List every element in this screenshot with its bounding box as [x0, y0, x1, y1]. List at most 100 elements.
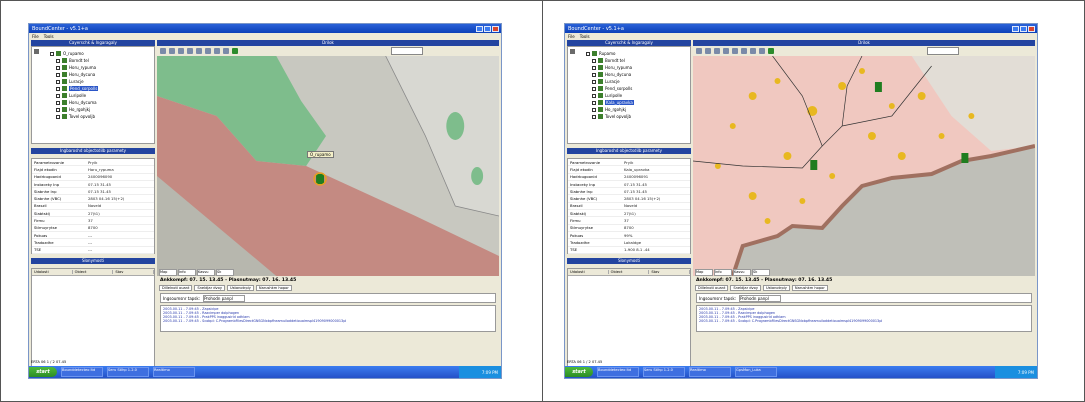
bottom-tab[interactable]: Dillelnoti ouant: [695, 285, 729, 291]
taskbar-item[interactable]: Realtimo: [689, 367, 731, 377]
layer-tool-icon[interactable]: [570, 49, 575, 54]
layer-checkbox[interactable]: [50, 51, 54, 56]
layer-checkbox[interactable]: [592, 72, 596, 77]
map-view[interactable]: Map Info Kasvu Sk: [693, 56, 1035, 276]
layer-item[interactable]: Borndt tel: [50, 57, 98, 64]
vehicle-marker[interactable]: [961, 153, 969, 163]
layer-item[interactable]: Tovel opvoljb: [50, 113, 98, 120]
layer-checkbox[interactable]: [592, 79, 596, 84]
layer-item[interactable]: Horu_dycuma: [50, 99, 98, 106]
map-tab[interactable]: Kasvu: [197, 269, 215, 276]
layer-checkbox[interactable]: [56, 65, 60, 70]
vehicle-marker[interactable]: [874, 82, 882, 92]
layer-checkbox[interactable]: [586, 51, 590, 56]
bottom-tab[interactable]: Ustanotrpiy: [762, 285, 790, 291]
measure-icon[interactable]: [741, 48, 747, 54]
zoom-in-icon[interactable]: [169, 48, 175, 54]
start-button[interactable]: start: [29, 367, 57, 377]
zoom-box-icon[interactable]: [187, 48, 193, 54]
close-icon[interactable]: [492, 25, 499, 32]
layer-item[interactable]: Tovel opvoljb: [586, 113, 634, 120]
bottom-tab[interactable]: Dillelnoti ouant: [159, 285, 193, 291]
layer-checkbox[interactable]: [56, 79, 60, 84]
col-object[interactable]: Obiect: [609, 270, 650, 274]
bottom-tab[interactable]: Sneldjar dvoy: [730, 285, 761, 291]
vehicle-marker[interactable]: [810, 160, 818, 170]
zoom-out-icon[interactable]: [714, 48, 720, 54]
layer-item[interactable]: Horu_rypuma: [586, 64, 634, 71]
menu-tools[interactable]: Tools: [44, 34, 54, 39]
filter-select[interactable]: Prohodn panpl: [203, 294, 246, 302]
layer-tool-icon[interactable]: [34, 49, 39, 54]
layer-item[interactable]: Kala_upravka: [586, 99, 634, 106]
pan-icon[interactable]: [160, 48, 166, 54]
map-tab[interactable]: Sk: [216, 269, 234, 276]
layer-item[interactable]: Rupamo: [586, 50, 634, 57]
layer-checkbox[interactable]: [56, 93, 60, 98]
map-tab[interactable]: Sk: [752, 269, 770, 276]
map-tab[interactable]: Map: [159, 269, 177, 276]
flag-icon[interactable]: [214, 48, 220, 54]
col-state[interactable]: Stav: [113, 270, 155, 274]
taskbar-item[interactable]: Seru Stlhp 1.2.0: [643, 367, 685, 377]
zoom-box-icon[interactable]: [723, 48, 729, 54]
layer-item[interactable]: Horu_dycuna: [586, 71, 634, 78]
col-state[interactable]: Stav: [649, 270, 691, 274]
menu-file[interactable]: File: [32, 34, 39, 39]
layer-checkbox[interactable]: [592, 114, 596, 119]
layer-item[interactable]: Luracje: [586, 78, 634, 85]
layer-item[interactable]: Luripolle: [50, 92, 98, 99]
layer-checkbox[interactable]: [56, 72, 60, 77]
col-events[interactable]: Udalosti: [32, 270, 73, 274]
map-layer-dropdown[interactable]: [391, 47, 423, 55]
taskbar-item[interactable]: Realtimo: [153, 367, 195, 377]
layer-item[interactable]: Horu_dycuna: [50, 71, 98, 78]
map-tab[interactable]: Info: [714, 269, 732, 276]
refresh-icon[interactable]: [732, 48, 738, 54]
map-view[interactable]: O_rupamo Map Info Kasvu Sk: [157, 56, 499, 276]
map-tab[interactable]: Info: [178, 269, 196, 276]
col-events[interactable]: Udalosti: [568, 270, 609, 274]
layer-checkbox[interactable]: [592, 107, 596, 112]
taskbar-item[interactable]: Bounddetecteo ltd: [61, 367, 103, 377]
refresh-icon[interactable]: [196, 48, 202, 54]
layer-item[interactable]: O_rupamo: [50, 50, 98, 57]
map-canvas[interactable]: [157, 56, 499, 276]
layer-checkbox[interactable]: [56, 86, 60, 91]
layer-item[interactable]: Pend_sorpolls: [586, 85, 634, 92]
map-tab[interactable]: Kasvu: [733, 269, 751, 276]
layer-checkbox[interactable]: [56, 58, 60, 63]
filter-select[interactable]: Prohodn panpl: [739, 294, 782, 302]
menu-file[interactable]: File: [568, 34, 575, 39]
map-canvas[interactable]: [693, 56, 1035, 276]
col-object[interactable]: Obiect: [73, 270, 114, 274]
taskbar-item[interactable]: Bounddetecteo ltd: [597, 367, 639, 377]
map-layer-dropdown[interactable]: [927, 47, 959, 55]
taskbar-item[interactable]: GpsMon_Luka: [735, 367, 777, 377]
bottom-tab[interactable]: Narushkm hopor: [255, 285, 292, 291]
close-icon[interactable]: [1028, 25, 1035, 32]
bottom-tab[interactable]: Narushkm hopor: [791, 285, 828, 291]
map-tab[interactable]: Map: [695, 269, 713, 276]
layer-item[interactable]: Ho_rgohjkj: [50, 106, 98, 113]
start-button[interactable]: start: [565, 367, 593, 377]
bottom-tab[interactable]: Sneldjar dvoy: [194, 285, 225, 291]
flag2-icon[interactable]: [223, 48, 229, 54]
layer-item[interactable]: Horu_rypuma: [50, 64, 98, 71]
layer-checkbox[interactable]: [592, 86, 596, 91]
layer-item[interactable]: Luracje: [50, 78, 98, 85]
maximize-icon[interactable]: [484, 25, 491, 32]
vehicle-icon[interactable]: [232, 48, 238, 54]
layer-checkbox[interactable]: [56, 114, 60, 119]
zoom-in-icon[interactable]: [705, 48, 711, 54]
minimize-icon[interactable]: [476, 25, 483, 32]
layer-item[interactable]: Ho_rgohjkj: [586, 106, 634, 113]
taskbar-item[interactable]: Seru Stlhp 1.2.0: [107, 367, 149, 377]
layer-checkbox[interactable]: [56, 107, 60, 112]
layer-checkbox[interactable]: [592, 65, 596, 70]
bottom-tab[interactable]: Ustanotrpiy: [226, 285, 254, 291]
pan-icon[interactable]: [696, 48, 702, 54]
zoom-out-icon[interactable]: [178, 48, 184, 54]
vehicle-icon[interactable]: [768, 48, 774, 54]
flag2-icon[interactable]: [759, 48, 765, 54]
